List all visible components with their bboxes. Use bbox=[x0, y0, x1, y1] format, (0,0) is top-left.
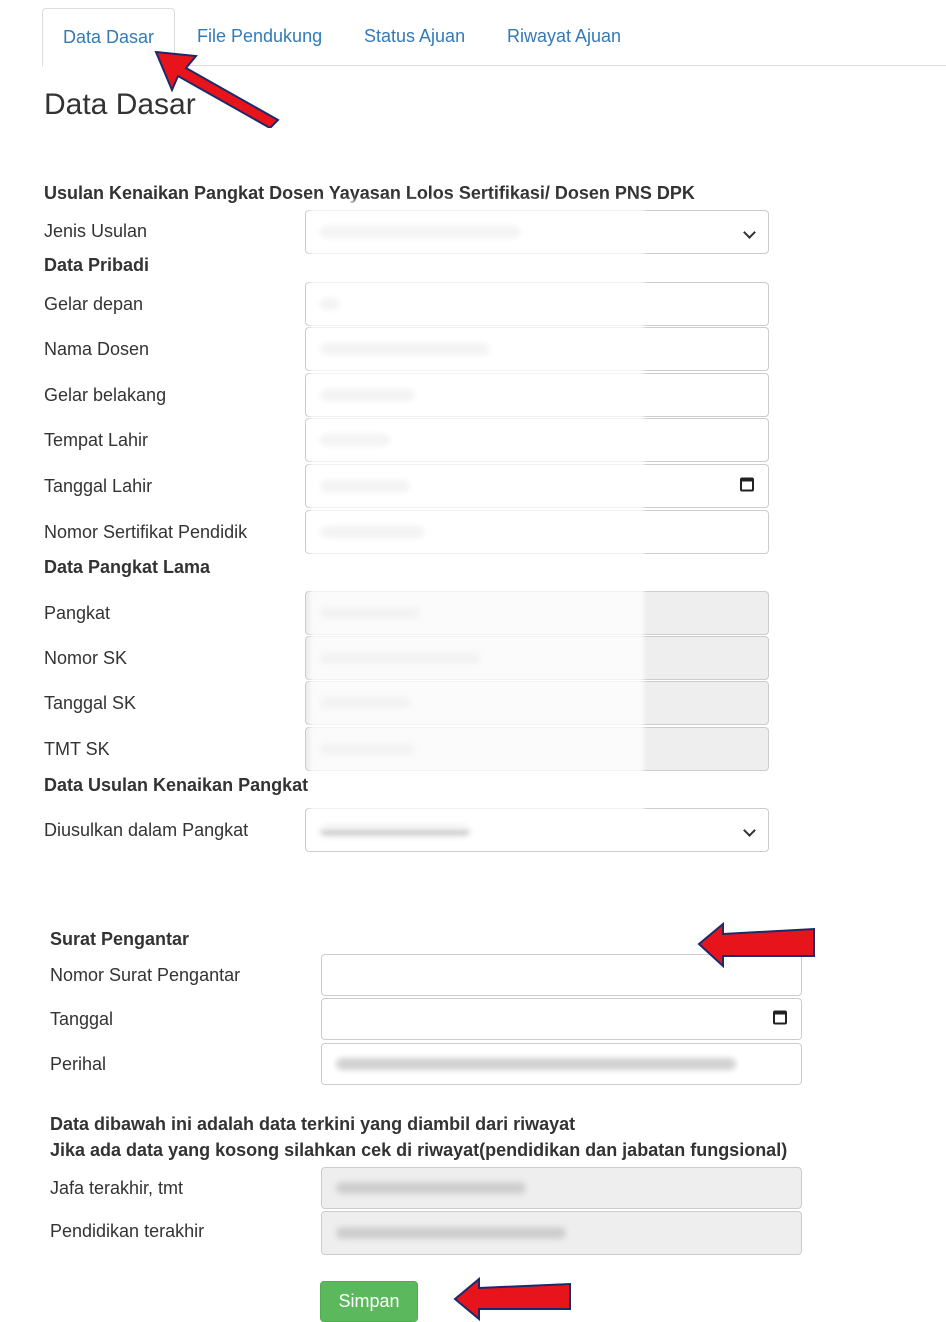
diusulkan-label: Diusulkan dalam Pangkat bbox=[44, 820, 249, 840]
pendidikan-readonly bbox=[321, 1211, 802, 1255]
pendidikan-label: Pendidikan terakhir bbox=[50, 1221, 205, 1241]
data-pangkat-lama-heading: Data Pangkat Lama bbox=[44, 557, 211, 577]
info-line-1: Data dibawah ini adalah data terkini yan… bbox=[50, 1114, 576, 1134]
data-usulan-heading: Data Usulan Kenaikan Pangkat bbox=[44, 775, 309, 795]
surat-pengantar-heading: Surat Pengantar bbox=[50, 929, 190, 949]
nomor-surat-label: Nomor Surat Pengantar bbox=[50, 965, 241, 985]
redaction-overlay bbox=[310, 200, 644, 830]
nomor-sertifikat-label: Nomor Sertifikat Pendidik bbox=[44, 522, 248, 542]
info-line-2: Jika ada data yang kosong silahkan cek d… bbox=[50, 1140, 788, 1160]
gelar-belakang-label: Gelar belakang bbox=[44, 385, 167, 405]
tempat-lahir-label: Tempat Lahir bbox=[44, 430, 149, 450]
chevron-down-icon bbox=[743, 224, 756, 240]
nomor-sk-label: Nomor SK bbox=[44, 648, 128, 668]
red-arrow-annotation bbox=[154, 50, 280, 128]
nama-dosen-label: Nama Dosen bbox=[44, 339, 150, 359]
perihal-input[interactable] bbox=[321, 1043, 802, 1085]
calendar-icon[interactable] bbox=[740, 477, 754, 495]
data-pribadi-heading: Data Pribadi bbox=[44, 255, 150, 275]
jenis-usulan-label: Jenis Usulan bbox=[44, 221, 148, 241]
tanggal-surat-input[interactable] bbox=[321, 998, 802, 1040]
jafa-label: Jafa terakhir, tmt bbox=[50, 1178, 184, 1198]
tab-riwayat-ajuan[interactable]: Riwayat Ajuan bbox=[487, 8, 641, 66]
red-arrow-annotation bbox=[697, 921, 815, 969]
red-arrow-annotation bbox=[453, 1276, 571, 1322]
perihal-label: Perihal bbox=[50, 1054, 107, 1074]
tanggal-sk-label: Tanggal SK bbox=[44, 693, 137, 713]
tanggal-lahir-label: Tanggal Lahir bbox=[44, 476, 153, 496]
calendar-icon[interactable] bbox=[773, 1010, 787, 1028]
tmt-sk-label: TMT SK bbox=[44, 739, 110, 759]
gelar-depan-label: Gelar depan bbox=[44, 294, 144, 314]
pangkat-label: Pangkat bbox=[44, 603, 111, 623]
tanggal-surat-label: Tanggal bbox=[50, 1009, 114, 1029]
jafa-readonly bbox=[321, 1167, 802, 1209]
tab-status-ajuan[interactable]: Status Ajuan bbox=[344, 8, 485, 66]
chevron-down-icon bbox=[743, 822, 756, 838]
simpan-button[interactable]: Simpan bbox=[320, 1281, 418, 1322]
